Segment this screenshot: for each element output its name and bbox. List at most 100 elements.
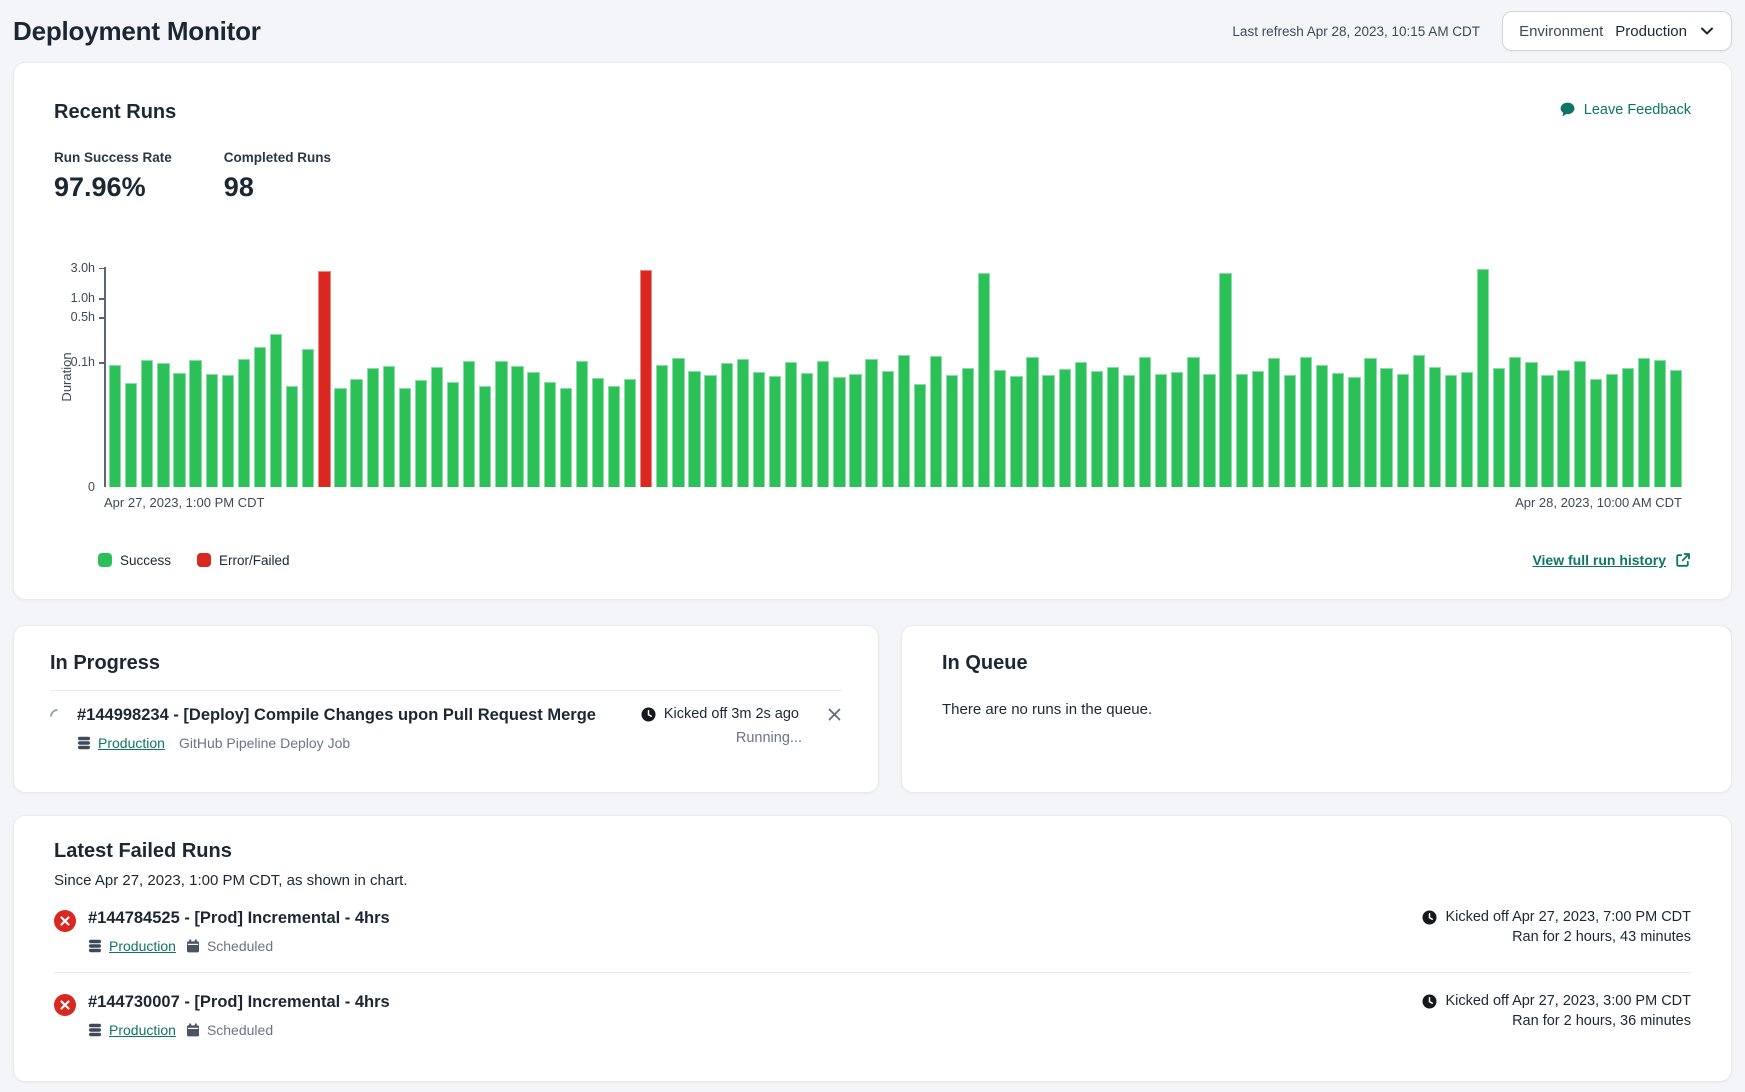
environment-link[interactable]: Production — [98, 735, 165, 751]
chart-bar[interactable] — [1445, 375, 1457, 487]
chart-bar[interactable] — [495, 361, 507, 487]
chart-bar[interactable] — [704, 375, 716, 487]
chart-bar[interactable] — [1541, 375, 1553, 487]
chart-bar[interactable] — [125, 383, 137, 487]
chart-bar[interactable] — [318, 271, 330, 487]
chart-bar[interactable] — [1461, 372, 1473, 487]
chart-bar[interactable] — [399, 388, 411, 488]
chart-bar[interactable] — [173, 373, 185, 487]
chart-bar[interactable] — [1413, 355, 1425, 487]
chart-bar[interactable] — [1574, 361, 1586, 487]
chart-bar[interactable] — [560, 388, 572, 488]
chart-bar[interactable] — [157, 363, 169, 487]
chart-bar[interactable] — [1397, 374, 1409, 487]
chart-bar[interactable] — [1139, 357, 1151, 487]
chart-bar[interactable] — [1171, 372, 1183, 487]
chart-bar[interactable] — [1509, 357, 1521, 487]
chart-bar[interactable] — [769, 376, 781, 487]
environment-selector[interactable]: Environment Production — [1502, 11, 1732, 51]
chart-bar[interactable] — [1654, 360, 1666, 487]
chart-bar[interactable] — [1670, 370, 1682, 487]
chart-bar[interactable] — [1332, 373, 1344, 487]
chart-bar[interactable] — [1203, 374, 1215, 487]
chart-bar[interactable] — [109, 365, 121, 487]
chart-bar[interactable] — [511, 366, 523, 487]
chart-bar[interactable] — [882, 371, 894, 487]
environment-link[interactable]: Production — [109, 1022, 176, 1038]
chart-bar[interactable] — [1236, 374, 1248, 487]
chart-bar[interactable] — [576, 361, 588, 487]
chart-bar[interactable] — [833, 377, 845, 487]
chart-bar[interactable] — [962, 368, 974, 487]
chart-bar[interactable] — [270, 334, 282, 487]
chart-bar[interactable] — [334, 388, 346, 488]
chart-bar[interactable] — [737, 359, 749, 487]
chart-bar[interactable] — [849, 374, 861, 487]
chart-bar[interactable] — [1187, 357, 1199, 487]
legend-item-success[interactable]: Success — [98, 553, 171, 568]
chart-bar[interactable] — [1429, 367, 1441, 488]
chart-bar[interactable] — [946, 375, 958, 487]
close-icon[interactable] — [827, 707, 842, 722]
chart-bar[interactable] — [1059, 369, 1071, 487]
chart-bar[interactable] — [914, 384, 926, 487]
chart-bar[interactable] — [1364, 358, 1376, 487]
chart-bar[interactable] — [688, 371, 700, 487]
chart-bar[interactable] — [206, 374, 218, 488]
chart-bar[interactable] — [624, 379, 636, 487]
chart-bar[interactable] — [640, 270, 652, 487]
chart-bar[interactable] — [1010, 376, 1022, 487]
chart-bar[interactable] — [1316, 365, 1328, 487]
chart-bar[interactable] — [930, 356, 942, 487]
chart-bar[interactable] — [1284, 375, 1296, 487]
chart-bar[interactable] — [367, 368, 379, 487]
chart-bar[interactable] — [1026, 357, 1038, 487]
chart-bar[interactable] — [608, 386, 620, 488]
chart-bar[interactable] — [1380, 368, 1392, 487]
chart-bar[interactable] — [238, 359, 250, 487]
chart-bar[interactable] — [592, 378, 604, 487]
chart-bar[interactable] — [544, 382, 556, 487]
environment-tag[interactable]: Production — [77, 735, 165, 751]
chart-bar[interactable] — [994, 370, 1006, 487]
chart-bar[interactable] — [222, 375, 234, 487]
chart-bar[interactable] — [415, 380, 427, 487]
chart-bar[interactable] — [141, 360, 153, 487]
chart-bar[interactable] — [286, 386, 298, 487]
legend-item-error[interactable]: Error/Failed — [197, 553, 290, 568]
chart-bar[interactable] — [1091, 371, 1103, 487]
chart-bar[interactable] — [1300, 357, 1312, 487]
chart-bar[interactable] — [1268, 358, 1280, 487]
chart-bar[interactable] — [801, 373, 813, 487]
chart-bar[interactable] — [1525, 362, 1537, 487]
chart-bar[interactable] — [479, 386, 491, 488]
chart-bar[interactable] — [1557, 370, 1569, 487]
chart-bar[interactable] — [447, 382, 459, 487]
chart-bar[interactable] — [1155, 374, 1167, 488]
chart-bar[interactable] — [656, 365, 668, 487]
chart-bar[interactable] — [817, 361, 829, 487]
chart-bar[interactable] — [431, 367, 443, 488]
chart-bar[interactable] — [383, 366, 395, 487]
chart-bar[interactable] — [463, 361, 475, 487]
chart-bar[interactable] — [302, 349, 314, 487]
environment-tag[interactable]: Production — [88, 1022, 176, 1038]
chart-bar[interactable] — [1477, 269, 1489, 487]
chart-bar[interactable] — [1219, 273, 1231, 488]
chart-bar[interactable] — [1107, 367, 1119, 488]
chart-bar[interactable] — [189, 360, 201, 487]
chart-bar[interactable] — [1638, 358, 1650, 487]
chart-bar[interactable] — [1622, 368, 1634, 487]
chart-bar[interactable] — [672, 358, 684, 487]
chart-bar[interactable] — [1123, 375, 1135, 487]
chart-bar[interactable] — [785, 362, 797, 487]
chart-bar[interactable] — [1042, 375, 1054, 487]
chart-bar[interactable] — [1252, 371, 1264, 487]
chart-bar[interactable] — [1590, 379, 1602, 487]
chart-bar[interactable] — [1075, 362, 1087, 487]
chart-bar[interactable] — [1493, 368, 1505, 488]
leave-feedback-link[interactable]: Leave Feedback — [1559, 101, 1691, 118]
chart-bar[interactable] — [865, 359, 877, 487]
environment-link[interactable]: Production — [109, 938, 176, 954]
chart-bar[interactable] — [978, 273, 990, 488]
